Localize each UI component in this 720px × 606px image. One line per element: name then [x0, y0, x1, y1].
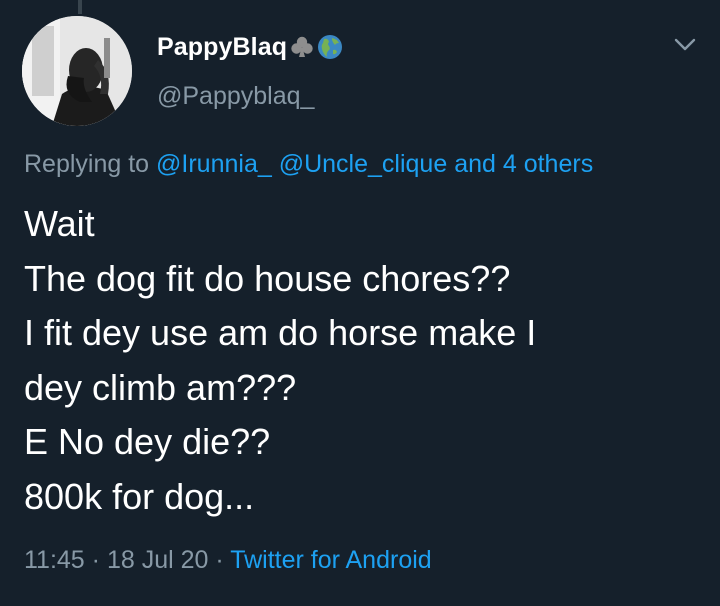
meta-separator: ·	[91, 546, 100, 574]
globe-americas-icon	[318, 35, 343, 59]
avatar-photo	[22, 16, 132, 126]
avatar[interactable]	[22, 16, 132, 126]
chevron-down-icon[interactable]	[672, 34, 698, 56]
club-suit-icon	[291, 36, 313, 57]
thread-connector-line	[78, 0, 82, 14]
tweet-date[interactable]: 18 Jul 20	[107, 546, 208, 574]
mention-link[interactable]: @Uncle_clique	[279, 150, 448, 178]
tweet-time[interactable]: 11:45	[24, 546, 85, 574]
mention-link[interactable]: @Irunnia_	[156, 150, 272, 178]
tweet-body: Wait The dog fit do house chores?? I fit…	[24, 197, 704, 524]
replying-to-line: Replying to @Irunnia_ @Uncle_clique and …	[24, 150, 593, 179]
tweet-line: I fit dey use am do horse make I	[24, 312, 537, 353]
others-link[interactable]: and 4 others	[454, 150, 593, 178]
tweet-line: Wait	[24, 203, 95, 244]
tweet-source-link[interactable]: Twitter for Android	[230, 546, 431, 574]
tweet-line: dey climb am???	[24, 366, 297, 408]
tweet-metadata: 11:45 · 18 Jul 20 · Twitter for Android	[24, 546, 432, 575]
meta-separator: ·	[215, 546, 224, 574]
display-name[interactable]: PappyBlaq	[157, 33, 287, 62]
tweet-line: E No dey die??	[24, 421, 271, 462]
user-handle[interactable]: @Pappyblaq_	[157, 82, 314, 111]
tweet-line: The dog fit do house chores??	[24, 257, 511, 299]
replying-to-label: Replying to	[24, 150, 150, 178]
tweet-line: 800k for dog...	[24, 475, 255, 517]
author-name-row[interactable]: PappyBlaq	[157, 30, 343, 64]
